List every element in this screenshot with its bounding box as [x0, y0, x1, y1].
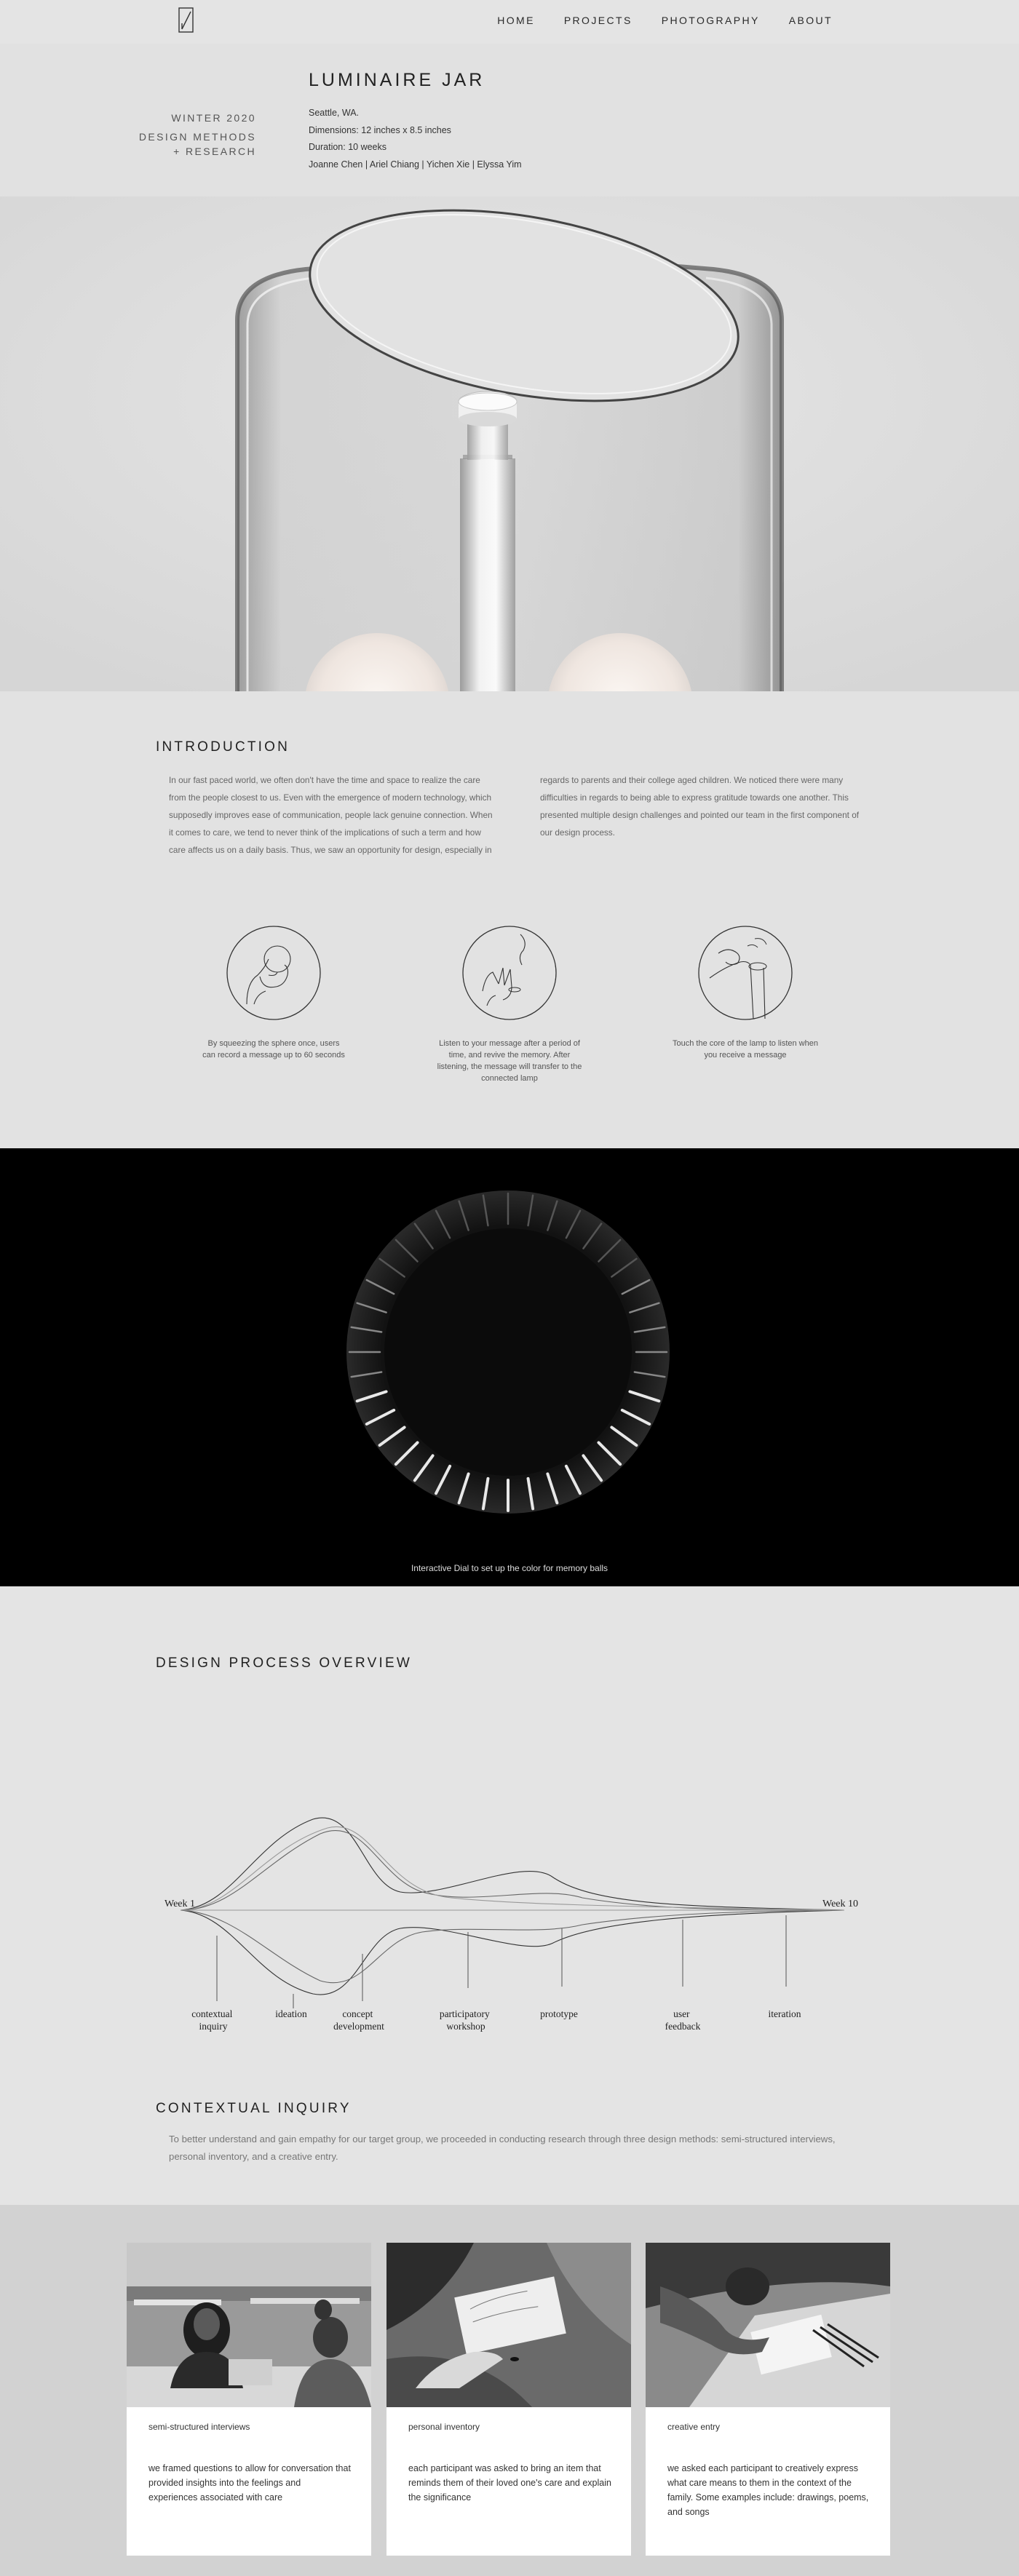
introduction-heading: INTRODUCTION	[156, 739, 290, 755]
feature-listen: Listen to your message after a period of…	[437, 924, 582, 1084]
design-process-section: DESIGN PROCESS OVERVIEW Week 1 Week 10 c…	[0, 1586, 1019, 2205]
card-body: each participant was asked to bring an i…	[408, 2463, 611, 2503]
hand-touch-lamp-core-icon	[698, 926, 793, 1020]
card-label: creative entry	[667, 2422, 721, 2432]
dial-render	[346, 1190, 670, 1514]
timeline-end-label: Week 10	[822, 1899, 858, 1909]
dial-caption: Interactive Dial to set up the color for…	[411, 1563, 608, 1573]
nav-projects[interactable]: PROJECTS	[564, 15, 633, 26]
card-body: we asked each participant to creatively …	[667, 2463, 869, 2517]
card-label: semi-structured interviews	[148, 2422, 250, 2432]
card-personal-inventory: personal inventory each participant was …	[386, 2243, 631, 2556]
inventory-photo	[386, 2243, 631, 2407]
card-body: we framed questions to allow for convers…	[148, 2463, 351, 2503]
hero-lamp-render	[0, 196, 1019, 691]
page-title: LUMINAIRE JAR	[309, 70, 485, 90]
nav-home[interactable]: HOME	[497, 15, 535, 26]
feature-record-text: By squeezing the sphere once, users can …	[202, 1039, 345, 1060]
season-label: WINTER 2020	[171, 112, 256, 124]
card-label: personal inventory	[408, 2422, 480, 2432]
process-heading: DESIGN PROCESS OVERVIEW	[156, 1655, 412, 1671]
project-meta: Seattle, WA. Dimensions: 12 inches x 8.5…	[309, 108, 522, 176]
nav-photography[interactable]: PHOTOGRAPHY	[662, 15, 760, 26]
intro-text-col-1: In our fast paced world, we often don't …	[169, 775, 493, 855]
feature-record: By squeezing the sphere once, users can …	[201, 924, 346, 1061]
stage-participatory-workshop: participatory workshop	[440, 2008, 492, 2032]
creative-entry-photo	[646, 2243, 890, 2407]
nav-about[interactable]: ABOUT	[789, 15, 833, 26]
feature-touch-text: Touch the core of the lamp to listen whe…	[673, 1039, 818, 1060]
contextual-inquiry-heading: CONTEXTUAL INQUIRY	[156, 2101, 352, 2116]
contextual-inquiry-text: To better understand and gain empathy fo…	[169, 2134, 836, 2162]
course-label-2: + RESEARCH	[173, 146, 256, 157]
logo-mark[interactable]	[178, 7, 195, 33]
intro-text-col-2: regards to parents and their college age…	[540, 775, 860, 838]
process-timeline-diagram: Week 1 Week 10 contextual inquiry ideati…	[164, 1817, 858, 2032]
hand-squeeze-sphere-icon	[226, 926, 321, 1020]
card-creative-entry: creative entry we asked each participant…	[646, 2243, 890, 2556]
interview-photo	[127, 2243, 371, 2407]
meta-duration: Duration: 10 weeks	[309, 142, 387, 152]
course-label: DESIGN METHODS	[138, 131, 256, 143]
lamp-jar-illustration	[0, 196, 1019, 691]
meta-dimensions: Dimensions: 12 inches x 8.5 inches	[309, 124, 451, 135]
feature-listen-text: Listen to your message after a period of…	[437, 1039, 582, 1083]
introduction-section: INTRODUCTION In our fast paced world, we…	[0, 691, 1019, 1148]
stage-iteration: iteration	[769, 2008, 801, 2019]
research-methods-cards: semi-structured interviews we framed que…	[0, 2205, 1019, 2576]
project-info: LUMINAIRE JAR WINTER 2020 DESIGN METHODS…	[0, 44, 1019, 196]
card-semi-structured-interviews: semi-structured interviews we framed que…	[127, 2243, 371, 2556]
top-nav: HOME PROJECTS PHOTOGRAPHY ABOUT	[0, 0, 1019, 44]
meta-team: Joanne Chen | Ariel Chiang | Yichen Xie …	[309, 159, 522, 170]
stage-user-feedback: user feedback	[665, 2008, 701, 2032]
nav-links: HOME PROJECTS PHOTOGRAPHY ABOUT	[497, 15, 833, 26]
stage-prototype: prototype	[540, 2008, 578, 2019]
stage-ideation: ideation	[275, 2008, 307, 2019]
interactive-dial-section: Interactive Dial to set up the color for…	[0, 1148, 1019, 1586]
project-season: WINTER 2020 DESIGN METHODS + RESEARCH	[139, 111, 256, 159]
timeline-start-label: Week 1	[164, 1899, 195, 1909]
meta-location: Seattle, WA.	[309, 108, 360, 118]
hand-open-lamp-icon	[462, 926, 557, 1020]
stage-concept-development: concept development	[333, 2008, 384, 2032]
stage-contextual-inquiry: contextual inquiry	[191, 2008, 235, 2032]
feature-touch: Touch the core of the lamp to listen whe…	[673, 924, 818, 1061]
